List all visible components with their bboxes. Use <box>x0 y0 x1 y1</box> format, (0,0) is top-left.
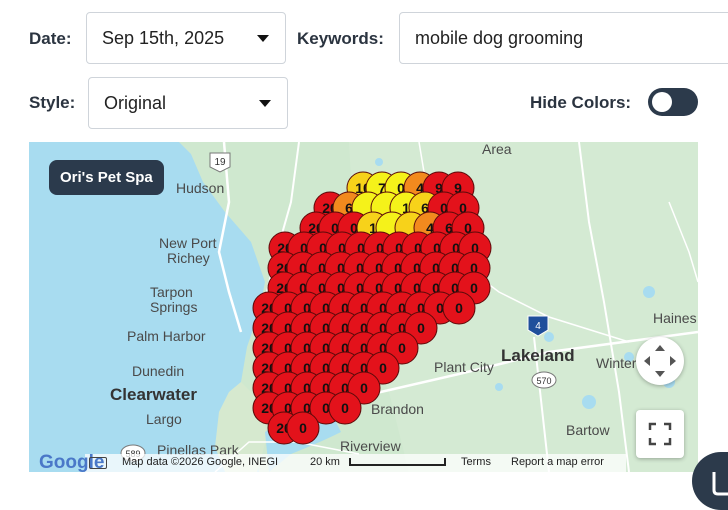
place-label: Hudson <box>176 180 224 196</box>
place-label: New Port <box>159 235 217 251</box>
place-label: Riverview <box>340 438 402 454</box>
terms-link[interactable]: Terms <box>461 456 491 468</box>
keywords-field[interactable]: mobile dog grooming <box>399 12 728 64</box>
date-label: Date: <box>29 29 72 48</box>
hide-colors-label: Hide Colors: <box>530 93 632 112</box>
svg-text:0: 0 <box>398 340 406 356</box>
keyboard-icon[interactable] <box>89 457 107 469</box>
place-label: Palm Harbor <box>127 328 206 344</box>
rank-map[interactable]: 19 4 570 589 Hudson New Port Richey Tarp… <box>29 142 698 472</box>
report-error-link[interactable]: Report a map error <box>511 456 604 468</box>
svg-text:570: 570 <box>536 376 551 386</box>
place-label: Clearwater <box>110 385 197 404</box>
place-label: Plant City <box>434 359 494 375</box>
place-label: Largo <box>146 411 182 427</box>
scale-bar <box>349 458 446 466</box>
place-label: Winter <box>596 355 637 371</box>
business-badge: Ori's Pet Spa <box>49 160 164 195</box>
road-shield-570: 570 <box>531 371 557 389</box>
place-label: Dunedin <box>132 363 184 379</box>
place-label: Lakeland <box>501 346 575 365</box>
style-select[interactable]: Original <box>88 77 288 129</box>
map-data-text: Map data ©2026 Google, INEGI <box>122 456 279 468</box>
fullscreen-icon <box>648 422 672 446</box>
svg-text:0: 0 <box>299 420 307 436</box>
keywords-label: Keywords: <box>297 29 384 48</box>
fullscreen-button[interactable] <box>636 410 684 458</box>
chat-icon <box>712 472 728 496</box>
place-label: Area <box>482 142 512 157</box>
svg-text:0: 0 <box>341 400 349 416</box>
svg-text:0: 0 <box>360 380 368 396</box>
rank-marker[interactable]: 0 <box>328 391 362 425</box>
place-label: Richey <box>167 250 210 266</box>
chevron-down-icon <box>257 35 269 42</box>
svg-text:19: 19 <box>214 157 226 168</box>
date-select[interactable]: Sep 15th, 2025 <box>86 12 286 64</box>
svg-text:0: 0 <box>379 360 387 376</box>
svg-text:0: 0 <box>417 320 425 336</box>
place-label: Springs <box>150 299 197 315</box>
svg-text:4: 4 <box>535 321 541 332</box>
map-attribution: Google Map data ©2026 Google, INEGI 20 k… <box>29 452 698 472</box>
svg-text:0: 0 <box>470 280 478 296</box>
date-select-value: Sep 15th, 2025 <box>102 27 225 48</box>
style-select-value: Original <box>104 92 167 113</box>
place-label: Brandon <box>371 401 424 417</box>
place-label: Bartow <box>566 422 610 438</box>
rank-marker[interactable]: 0 <box>286 411 320 445</box>
svg-text:0: 0 <box>455 300 463 316</box>
rank-marker[interactable]: 0 <box>442 291 476 325</box>
keywords-field-value: mobile dog grooming <box>415 27 584 48</box>
hide-colors-toggle[interactable] <box>648 88 698 116</box>
scale-label: 20 km <box>310 456 340 468</box>
style-label: Style: <box>29 93 76 112</box>
move-arrows-icon <box>644 345 676 377</box>
toggle-knob <box>652 92 672 112</box>
camera-control-button[interactable] <box>636 337 684 385</box>
place-label: Tarpon <box>150 284 193 300</box>
chevron-down-icon <box>259 100 271 107</box>
place-label: Haines <box>653 310 697 326</box>
